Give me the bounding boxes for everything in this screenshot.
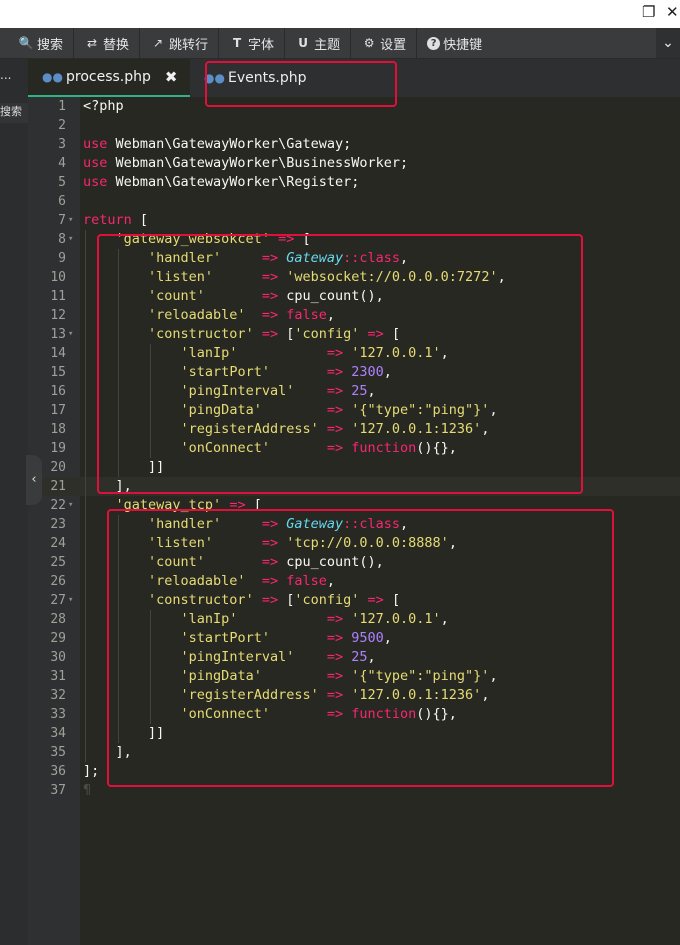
sidebar-ellipsis[interactable]: ... xyxy=(0,68,28,82)
code-text: <?php xyxy=(83,98,124,114)
line-number: 25 xyxy=(50,555,66,570)
close-window-icon[interactable]: ✕ xyxy=(666,2,679,22)
toolbar-divider xyxy=(416,28,418,58)
line-number: 24 xyxy=(50,536,66,551)
toolbar-label: 搜索 xyxy=(37,37,64,53)
toolbar-theme-button[interactable]: U 主题 xyxy=(295,28,350,58)
code-text: use Webman\GatewayWorker\BusinessWorker; xyxy=(83,155,409,171)
line-number: 36 xyxy=(50,764,66,779)
annotation-box-websocket-config xyxy=(97,234,583,494)
line-number: 27 xyxy=(50,593,66,608)
line-number: 15 xyxy=(50,365,66,380)
line-number: 31 xyxy=(50,669,66,684)
toolbar-search-button[interactable]: 🔍 搜索 xyxy=(0,28,73,58)
toolbar-shortcuts-button[interactable]: ? 快捷键 xyxy=(427,28,492,58)
line-number: 34 xyxy=(50,726,66,741)
annotation-box-events-tab xyxy=(205,61,397,107)
code-line[interactable]: 5 use Webman\GatewayWorker\Register; xyxy=(28,173,680,192)
collapse-sidebar-icon[interactable]: ‹ xyxy=(26,455,42,505)
goto-line-icon: ↗ xyxy=(153,36,164,50)
fold-arrow-icon[interactable]: ▾ xyxy=(68,496,78,515)
toolbar-label: 跳转行 xyxy=(169,37,209,53)
code-text: ¶ xyxy=(83,782,92,798)
file-sidebar xyxy=(0,59,28,945)
line-number: 35 xyxy=(50,745,66,760)
toolbar-divider xyxy=(350,28,352,58)
php-elephant-icon: ●● xyxy=(42,70,63,84)
replace-icon: ⇄ xyxy=(86,36,98,50)
code-text: use Webman\GatewayWorker\Gateway; xyxy=(83,136,352,152)
sidebar-search[interactable]: 搜索 xyxy=(0,103,28,123)
code-text: ]; xyxy=(83,763,100,779)
line-number: 30 xyxy=(50,650,66,665)
line-number: 3 xyxy=(58,137,66,152)
line-number: 17 xyxy=(50,403,66,418)
tab-label: process.php xyxy=(66,69,151,85)
code-line[interactable]: 7 ▾ return [ xyxy=(28,211,680,230)
line-number: 2 xyxy=(58,118,66,133)
search-icon: 🔍 xyxy=(18,36,34,50)
code-line[interactable]: 2 xyxy=(28,116,680,135)
line-number: 33 xyxy=(50,707,66,722)
code-line[interactable]: 4 use Webman\GatewayWorker\BusinessWorker… xyxy=(28,154,680,173)
line-number: 8 xyxy=(58,232,66,247)
toolbar-divider xyxy=(218,28,220,58)
line-number: 37 xyxy=(50,783,66,798)
line-number: 5 xyxy=(58,175,66,190)
window-titlebar: ❐ ✕ xyxy=(0,0,680,28)
code-line[interactable]: 6 xyxy=(28,192,680,211)
editor-toolbar: 🔍 搜索 ⇄ 替换 ↗ 跳转行 T 字体 U 主题 ⚙ 设置 ? 快捷键 ⌄ xyxy=(0,28,680,59)
line-number: 14 xyxy=(50,346,66,361)
line-number: 16 xyxy=(50,384,66,399)
code-text: use Webman\GatewayWorker\Register; xyxy=(83,174,360,190)
code-line[interactable]: 3 use Webman\GatewayWorker\Gateway; xyxy=(28,135,680,154)
line-number: 4 xyxy=(58,156,66,171)
line-number: 32 xyxy=(50,688,66,703)
help-icon: ? xyxy=(427,36,441,50)
line-number: 26 xyxy=(50,574,66,589)
line-number: 7 xyxy=(58,213,66,228)
toolbar-divider xyxy=(73,28,75,58)
annotation-box-tcp-config xyxy=(107,509,614,787)
toolbar-label: 设置 xyxy=(380,37,407,53)
line-number: 29 xyxy=(50,631,66,646)
line-number: 23 xyxy=(50,517,66,532)
toolbar-divider xyxy=(139,28,141,58)
toolbar-label: 主题 xyxy=(314,37,341,53)
close-icon[interactable]: ✖ xyxy=(165,68,178,86)
line-number: 18 xyxy=(50,422,66,437)
fold-arrow-icon[interactable]: ▾ xyxy=(68,211,78,230)
line-number: 9 xyxy=(58,251,66,266)
line-number: 1 xyxy=(58,99,66,114)
toolbar-label: 字体 xyxy=(248,37,275,53)
fold-arrow-icon[interactable]: ▾ xyxy=(68,591,78,610)
toolbar-label: 替换 xyxy=(103,37,130,53)
toolbar-goto-line-button[interactable]: ↗ 跳转行 xyxy=(150,28,218,58)
font-icon: T xyxy=(232,36,242,50)
line-number: 10 xyxy=(50,270,66,285)
line-number: 6 xyxy=(58,194,66,209)
tab-process-php[interactable]: ●● process.php ✖ xyxy=(28,59,190,97)
code-text: return [ xyxy=(83,212,149,228)
fold-arrow-icon[interactable]: ▾ xyxy=(68,325,78,344)
toolbar-settings-button[interactable]: ⚙ 设置 xyxy=(361,28,416,58)
line-number: 13 xyxy=(50,327,66,342)
line-number: 11 xyxy=(50,289,66,304)
line-number: 12 xyxy=(50,308,66,323)
toolbar-label: 快捷键 xyxy=(443,37,483,53)
theme-icon: U xyxy=(298,36,308,50)
gear-icon: ⚙ xyxy=(363,36,375,50)
fold-arrow-icon[interactable]: ▾ xyxy=(68,230,78,249)
chevron-down-icon[interactable]: ⌄ xyxy=(656,28,680,58)
line-number: 28 xyxy=(50,612,66,627)
toolbar-divider xyxy=(284,28,286,58)
toolbar-replace-button[interactable]: ⇄ 替换 xyxy=(84,28,139,58)
toolbar-font-button[interactable]: T 字体 xyxy=(229,28,284,58)
restore-window-icon[interactable]: ❐ xyxy=(642,2,655,22)
